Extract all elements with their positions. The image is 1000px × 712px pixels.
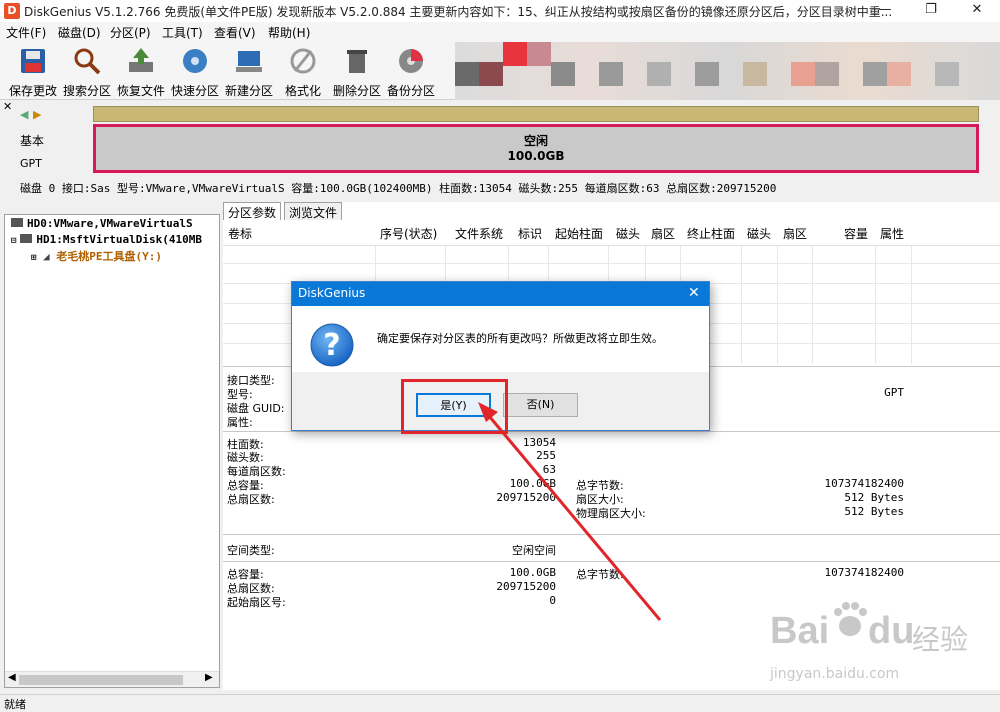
status-bar: 就绪 (0, 694, 1000, 711)
watermark-url: jingyan.baidu.com (770, 666, 900, 682)
watermark-brand2: du (868, 610, 915, 652)
watermark-cn: 经验 (912, 623, 969, 656)
baidu-watermark: Bai du 经验 jingyan.baidu.com (770, 600, 970, 690)
paw-icon (834, 602, 867, 636)
watermark-brand: Bai (770, 610, 830, 652)
